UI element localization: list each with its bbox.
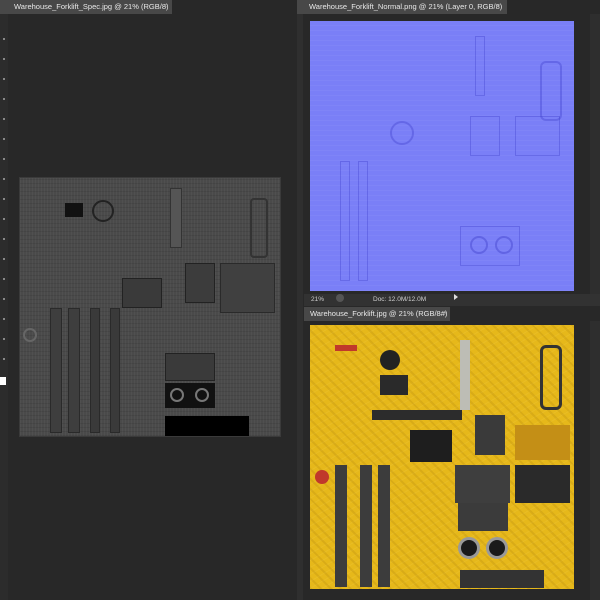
doc-size-info: Doc: 12.0M/12.0M <box>373 296 427 303</box>
diffuse-shape <box>380 375 408 395</box>
tool-icon[interactable] <box>3 298 5 300</box>
status-menu-icon[interactable] <box>336 294 344 302</box>
tool-icon[interactable] <box>3 238 5 240</box>
status-arrow-icon[interactable] <box>454 294 458 300</box>
spec-map-canvas[interactable] <box>19 177 281 437</box>
tab-spec-title: Warehouse_Forklift_Spec.jpg @ 21% (RGB/8… <box>14 2 169 11</box>
spec-shape <box>65 203 83 217</box>
normal-shape <box>475 36 485 96</box>
foreground-color-swatch[interactable] <box>0 377 6 385</box>
normal-shape <box>390 121 414 145</box>
tab-normal-document[interactable]: Warehouse_Forklift_Normal.png @ 21% (Lay… <box>297 0 507 14</box>
spec-shape <box>90 308 100 433</box>
spec-shape <box>23 328 37 342</box>
normal-shape <box>340 161 350 281</box>
diffuse-shape <box>455 465 510 503</box>
normal-shape <box>495 236 513 254</box>
spec-shape <box>122 278 162 308</box>
spec-shape <box>165 416 249 436</box>
spec-shape <box>110 308 120 433</box>
pane-divider[interactable] <box>297 14 303 600</box>
diffuse-shape <box>486 537 508 559</box>
diffuse-shape <box>335 465 347 587</box>
spec-shape <box>185 263 215 303</box>
diffuse-shape <box>460 340 470 410</box>
diffuse-shape <box>380 350 400 370</box>
tool-icon[interactable] <box>3 98 5 100</box>
tab-diffuse-document[interactable]: Warehouse_Forklift.jpg @ 21% (RGB/8#) × <box>304 307 450 321</box>
diffuse-shape <box>372 410 462 420</box>
diffuse-shape <box>335 345 357 351</box>
tools-panel <box>0 14 8 600</box>
normal-shape <box>540 61 562 121</box>
diffuse-shape <box>540 345 562 410</box>
tool-icon[interactable] <box>3 158 5 160</box>
spec-shape <box>170 388 184 402</box>
spec-shape <box>68 308 80 433</box>
diffuse-shape <box>458 503 508 531</box>
tool-icon[interactable] <box>3 138 5 140</box>
diffuse-shape <box>360 465 372 587</box>
tool-icon[interactable] <box>3 178 5 180</box>
tab-spec-document[interactable]: Warehouse_Forklift_Spec.jpg @ 21% (RGB/8… <box>0 0 172 14</box>
close-icon[interactable]: × <box>160 0 170 14</box>
tool-icon[interactable] <box>3 78 5 80</box>
spec-shape <box>220 263 275 313</box>
tool-icon[interactable] <box>3 58 5 60</box>
spec-shape <box>165 353 215 381</box>
tab-diffuse-title: Warehouse_Forklift.jpg @ 21% (RGB/8#) <box>310 309 448 318</box>
spec-shape <box>195 388 209 402</box>
tab-normal-title: Warehouse_Forklift_Normal.png @ 21% (Lay… <box>309 2 503 11</box>
tool-icon[interactable] <box>3 278 5 280</box>
diffuse-shape <box>410 430 452 462</box>
normal-shape <box>470 236 488 254</box>
diffuse-shape <box>475 415 505 455</box>
diffuse-shape <box>515 425 570 460</box>
spec-shape <box>170 188 182 248</box>
normal-map-canvas[interactable] <box>310 21 574 291</box>
close-icon[interactable]: × <box>440 307 450 321</box>
diffuse-scrollbar[interactable] <box>590 321 600 600</box>
diffuse-shape <box>460 570 544 588</box>
normal-scrollbar[interactable] <box>590 14 600 294</box>
tool-icon[interactable] <box>3 358 5 360</box>
tool-icon[interactable] <box>3 338 5 340</box>
diffuse-map-canvas[interactable] <box>310 325 574 589</box>
diffuse-shape <box>458 537 480 559</box>
tool-icon[interactable] <box>3 198 5 200</box>
spec-shape <box>50 308 62 433</box>
status-bar: 21% Doc: 12.0M/12.0M <box>304 294 600 306</box>
tool-icon[interactable] <box>3 218 5 220</box>
close-icon[interactable]: × <box>493 0 503 14</box>
tool-icon[interactable] <box>3 258 5 260</box>
tool-icon[interactable] <box>3 318 5 320</box>
spec-shape <box>250 198 268 258</box>
zoom-level[interactable]: 21% <box>311 294 324 306</box>
normal-shape <box>358 161 368 281</box>
tool-icon[interactable] <box>3 118 5 120</box>
spec-shape <box>92 200 114 222</box>
diffuse-shape <box>378 465 390 587</box>
diffuse-shape <box>315 470 329 484</box>
tool-icon[interactable] <box>3 38 5 40</box>
normal-shape <box>470 116 500 156</box>
normal-shape <box>515 116 560 156</box>
diffuse-shape <box>515 465 570 503</box>
